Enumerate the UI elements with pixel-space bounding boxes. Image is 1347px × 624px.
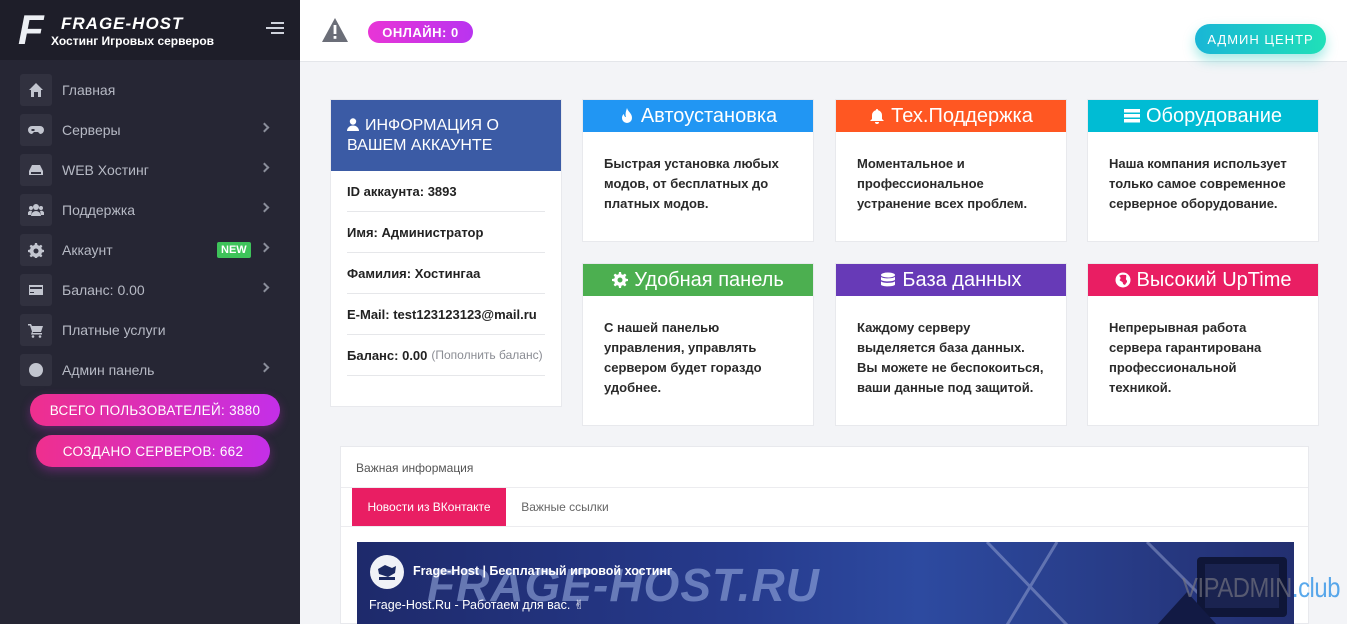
brand-name: FRAGE-HOST: [61, 14, 184, 33]
account-info-header: ИНФОРМАЦИЯ О ВАШЕМ АККАУНТЕ: [331, 100, 561, 171]
account-info-card: ИНФОРМАЦИЯ О ВАШЕМ АККАУНТЕ ID аккаунта:…: [330, 99, 562, 407]
sidebar-item-support[interactable]: Поддержка: [0, 190, 300, 230]
account-info-title: ИНФОРМАЦИЯ О ВАШЕМ АККАУНТЕ: [347, 117, 499, 154]
account-last-name: Фамилия: Хостингаа: [347, 253, 545, 294]
chevron-right-icon: [259, 362, 270, 373]
credit-card-icon: [20, 274, 52, 306]
new-badge: NEW: [217, 242, 251, 258]
sidebar-item-web-hosting[interactable]: WEB Хостинг: [0, 150, 300, 190]
cog-icon: [612, 272, 629, 288]
feature-card-hardware: Оборудование Наша компания использует то…: [1087, 99, 1319, 242]
fire-icon: [621, 108, 632, 123]
feature-card-panel: Удобная панель С нашей панелью управлени…: [582, 263, 814, 426]
feature-card-support: Тех.Поддержка Моментальное и профессиона…: [835, 99, 1067, 242]
feature-title: База данных: [902, 268, 1022, 291]
group-name-link[interactable]: Frage-Host | Бесплатный игровой хостинг: [413, 564, 672, 578]
sidebar-item-label: Серверы: [62, 122, 121, 138]
feature-title: Высокий UpTime: [1136, 268, 1292, 291]
gamepad-icon: [20, 114, 52, 146]
servers-created-badge[interactable]: СОЗДАНО СЕРВЕРОВ: 662: [36, 435, 270, 467]
gear-icon: [20, 234, 52, 266]
total-users-badge[interactable]: ВСЕГО ПОЛЬЗОВАТЕЛЕЙ: 3880: [30, 394, 280, 426]
feature-title: Оборудование: [1145, 104, 1283, 127]
panel-title: Важная информация: [356, 461, 474, 475]
sidebar-item-label: WEB Хостинг: [62, 162, 149, 178]
online-counter-badge: ОНЛАЙН: 0: [368, 21, 473, 43]
feature-card-database: База данных Каждому серверу выделяется б…: [835, 263, 1067, 426]
sidebar-item-label: Платные услуги: [62, 322, 166, 338]
feature-text: Моментальное и профессиональное устранен…: [857, 156, 1028, 211]
sidebar-item-paid-services[interactable]: Платные услуги: [0, 310, 300, 350]
feature-text: Быстрая установка любых модов, от беспла…: [604, 156, 779, 211]
topbar: ОНЛАЙН: 0 АДМИН ЦЕНТР: [300, 0, 1347, 62]
important-info-panel: Важная информация Новости из ВКонтакте В…: [340, 446, 1309, 624]
sidebar-item-balance[interactable]: Баланс: 0.00: [0, 270, 300, 310]
globe-icon: [20, 354, 52, 386]
group-avatar[interactable]: [370, 555, 404, 589]
sidebar-item-label: Главная: [62, 82, 116, 98]
menu-collapse-icon[interactable]: [266, 22, 284, 38]
brand-letter: F: [18, 6, 44, 53]
warning-icon[interactable]: [321, 17, 349, 43]
cart-icon: [20, 314, 52, 346]
post-text: Frage-Host.Ru - Работаем для вас. ✌: [369, 598, 585, 612]
hdd-icon: [20, 154, 52, 186]
home-icon: [20, 74, 52, 106]
sidebar-item-label: Админ панель: [62, 362, 155, 378]
sidebar-menu: Главная Серверы WEB Хостинг Поддержка Ак…: [0, 70, 300, 390]
brand-subtitle: Хостинг Игровых серверов: [51, 34, 215, 48]
brand-logo[interactable]: F FRAGE-HOST Хостинг Игровых серверов: [0, 0, 300, 60]
chevron-right-icon: [259, 122, 270, 133]
vk-news-banner[interactable]: FRAGE-HOST.RU Frage-Host | Бесплатный иг…: [357, 542, 1294, 624]
feature-text: Каждому серверу выделяется база данных. …: [857, 320, 1044, 395]
tab-vk-news[interactable]: Новости из ВКонтакте: [352, 488, 506, 526]
sidebar-item-label: Поддержка: [62, 202, 136, 218]
site-watermark: VIPADMIN.club: [1182, 572, 1341, 603]
feature-text: С нашей панелью управления, управлять се…: [604, 320, 762, 395]
chevron-right-icon: [259, 162, 270, 173]
database-icon: [881, 272, 896, 287]
sidebar-item-admin-panel[interactable]: Админ панель: [0, 350, 300, 390]
feature-text: Наша компания использует только самое со…: [1109, 156, 1287, 211]
feature-title: Удобная панель: [634, 268, 784, 291]
bell-icon: [870, 109, 885, 124]
feature-title: Тех.Поддержка: [891, 104, 1033, 127]
feature-card-autoinstall: Автоустановка Быстрая установка любых мо…: [582, 99, 814, 242]
account-email: E-Mail: test123123123@mail.ru: [347, 294, 545, 335]
feature-title: Автоустановка: [640, 104, 778, 127]
feature-card-uptime: Высокий UpTime Непрерывная работа сервер…: [1087, 263, 1319, 426]
account-balance: Баланс: 0.00 (Пополнить баланс): [347, 335, 545, 376]
account-first-name: Имя: Администратор: [347, 212, 545, 253]
sidebar-item-label: Баланс: 0.00: [62, 282, 145, 298]
sidebar: F FRAGE-HOST Хостинг Игровых серверов Гл…: [0, 0, 300, 624]
sidebar-item-home[interactable]: Главная: [0, 70, 300, 110]
feature-text: Непрерывная работа сервера гарантирована…: [1109, 320, 1262, 395]
sidebar-item-servers[interactable]: Серверы: [0, 110, 300, 150]
sidebar-item-label: Аккаунт: [62, 242, 113, 258]
server-icon: [1123, 109, 1140, 123]
users-icon: [20, 194, 52, 226]
globe-icon: [1115, 272, 1130, 288]
user-icon: [347, 118, 359, 131]
tab-important-links[interactable]: Важные ссылки: [516, 488, 614, 526]
chevron-right-icon: [259, 242, 270, 253]
admin-center-button[interactable]: АДМИН ЦЕНТР: [1195, 24, 1326, 54]
sidebar-item-account[interactable]: Аккаунт NEW: [0, 230, 300, 270]
chevron-right-icon: [259, 202, 270, 213]
chevron-right-icon: [259, 282, 270, 293]
account-id: ID аккаунта: 3893: [347, 171, 545, 212]
topup-balance-link[interactable]: (Пополнить баланс): [431, 348, 542, 362]
